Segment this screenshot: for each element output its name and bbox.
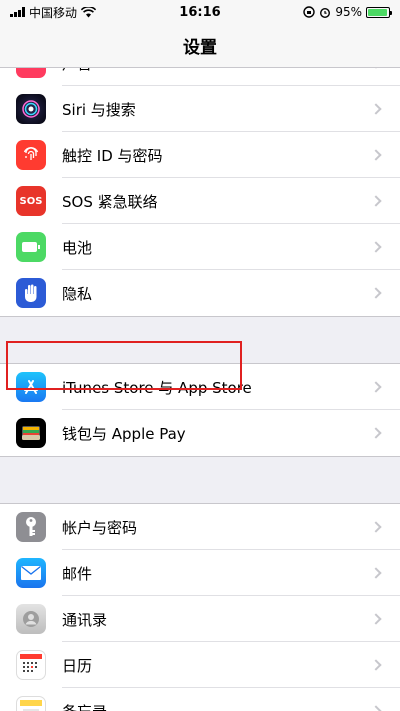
settings-row-label: SOS 紧急联络 [62, 192, 158, 211]
chevron-right-icon [370, 705, 382, 711]
settings-row-label: 通讯录 [62, 610, 108, 629]
settings-row-label: 邮件 [62, 564, 93, 583]
settings-group-1: 声音 Siri 与搜索 [0, 68, 400, 317]
settings-row-label: 声音 [62, 68, 372, 74]
signal-icon [10, 7, 25, 17]
chevron-right-icon [370, 567, 382, 579]
wifi-icon [81, 6, 97, 17]
battery-icon [16, 232, 46, 262]
settings-row-label: Siri 与搜索 [62, 100, 136, 119]
settings-row-battery[interactable]: 电池 [0, 224, 400, 270]
sos-icon: SOS [16, 186, 46, 216]
chevron-right-icon [370, 241, 382, 253]
calendar-icon [16, 650, 46, 680]
settings-row-touch-id[interactable]: 触控 ID 与密码 [0, 132, 400, 178]
mail-icon [16, 558, 46, 588]
chevron-right-icon [370, 149, 382, 161]
settings-row-label: 电池 [62, 238, 93, 257]
alarm-icon [320, 8, 331, 18]
section-gap [0, 457, 400, 503]
settings-row-calendar[interactable]: 日历 [0, 642, 400, 688]
settings-row-label: iTunes Store 与 App Store [62, 378, 252, 397]
rotation-lock-icon [303, 6, 316, 18]
page-title: 设置 [183, 38, 217, 58]
chevron-right-icon [370, 521, 382, 533]
settings-row-siri[interactable]: Siri 与搜索 [0, 86, 400, 132]
chevron-right-icon [370, 68, 382, 69]
notes-icon [16, 696, 46, 711]
key-icon [16, 512, 46, 542]
settings-row-privacy[interactable]: 隐私 [0, 270, 400, 316]
settings-row-label: 备忘录 [62, 701, 372, 711]
chevron-right-icon [370, 195, 382, 207]
settings-row-label: 日历 [62, 656, 93, 675]
settings-row-notes[interactable]: 备忘录 [0, 688, 400, 711]
contacts-icon [16, 604, 46, 634]
settings-group-2: iTunes Store 与 App Store 钱包与 Apple Pay [0, 363, 400, 457]
status-bar: 中国移动 16:16 95% [0, 0, 400, 24]
settings-row-wallet[interactable]: 钱包与 Apple Pay [0, 410, 400, 456]
settings-row-mail[interactable]: 邮件 [0, 550, 400, 596]
chevron-right-icon [370, 427, 382, 439]
chevron-right-icon [370, 659, 382, 671]
settings-row-label: 帐户与密码 [62, 518, 138, 537]
settings-row-sos[interactable]: SOS SOS 紧急联络 [0, 178, 400, 224]
status-right: 95% [303, 5, 392, 19]
app-store-icon [16, 372, 46, 402]
carrier-label: 中国移动 [29, 5, 78, 20]
settings-row-app-store[interactable]: iTunes Store 与 App Store [0, 364, 400, 410]
battery-percent: 95% [335, 5, 362, 19]
settings-row-contacts[interactable]: 通讯录 [0, 596, 400, 642]
settings-row-accounts[interactable]: 帐户与密码 [0, 504, 400, 550]
settings-list[interactable]: 声音 Siri 与搜索 [0, 68, 400, 711]
chevron-right-icon [370, 103, 382, 115]
settings-row-sounds[interactable]: 声音 [0, 68, 400, 86]
battery-icon [366, 6, 392, 18]
nav-bar: 设置 [0, 24, 400, 68]
settings-row-label: 隐私 [62, 284, 93, 303]
chevron-right-icon [370, 381, 382, 393]
hand-icon [16, 278, 46, 308]
settings-row-label: 钱包与 Apple Pay [62, 424, 186, 443]
status-left: 中国移动 [10, 4, 97, 21]
sound-icon [16, 68, 46, 78]
settings-row-partial[interactable]: 声音 [0, 68, 400, 86]
fingerprint-icon [16, 140, 46, 170]
wallet-icon [16, 418, 46, 448]
sos-icon-text: SOS [19, 195, 43, 207]
chevron-right-icon [370, 613, 382, 625]
settings-row-label: 触控 ID 与密码 [62, 146, 163, 165]
siri-icon [16, 94, 46, 124]
settings-group-3: 帐户与密码 邮件 通讯录 日历 [0, 503, 400, 711]
chevron-right-icon [370, 287, 382, 299]
section-gap [0, 317, 400, 363]
